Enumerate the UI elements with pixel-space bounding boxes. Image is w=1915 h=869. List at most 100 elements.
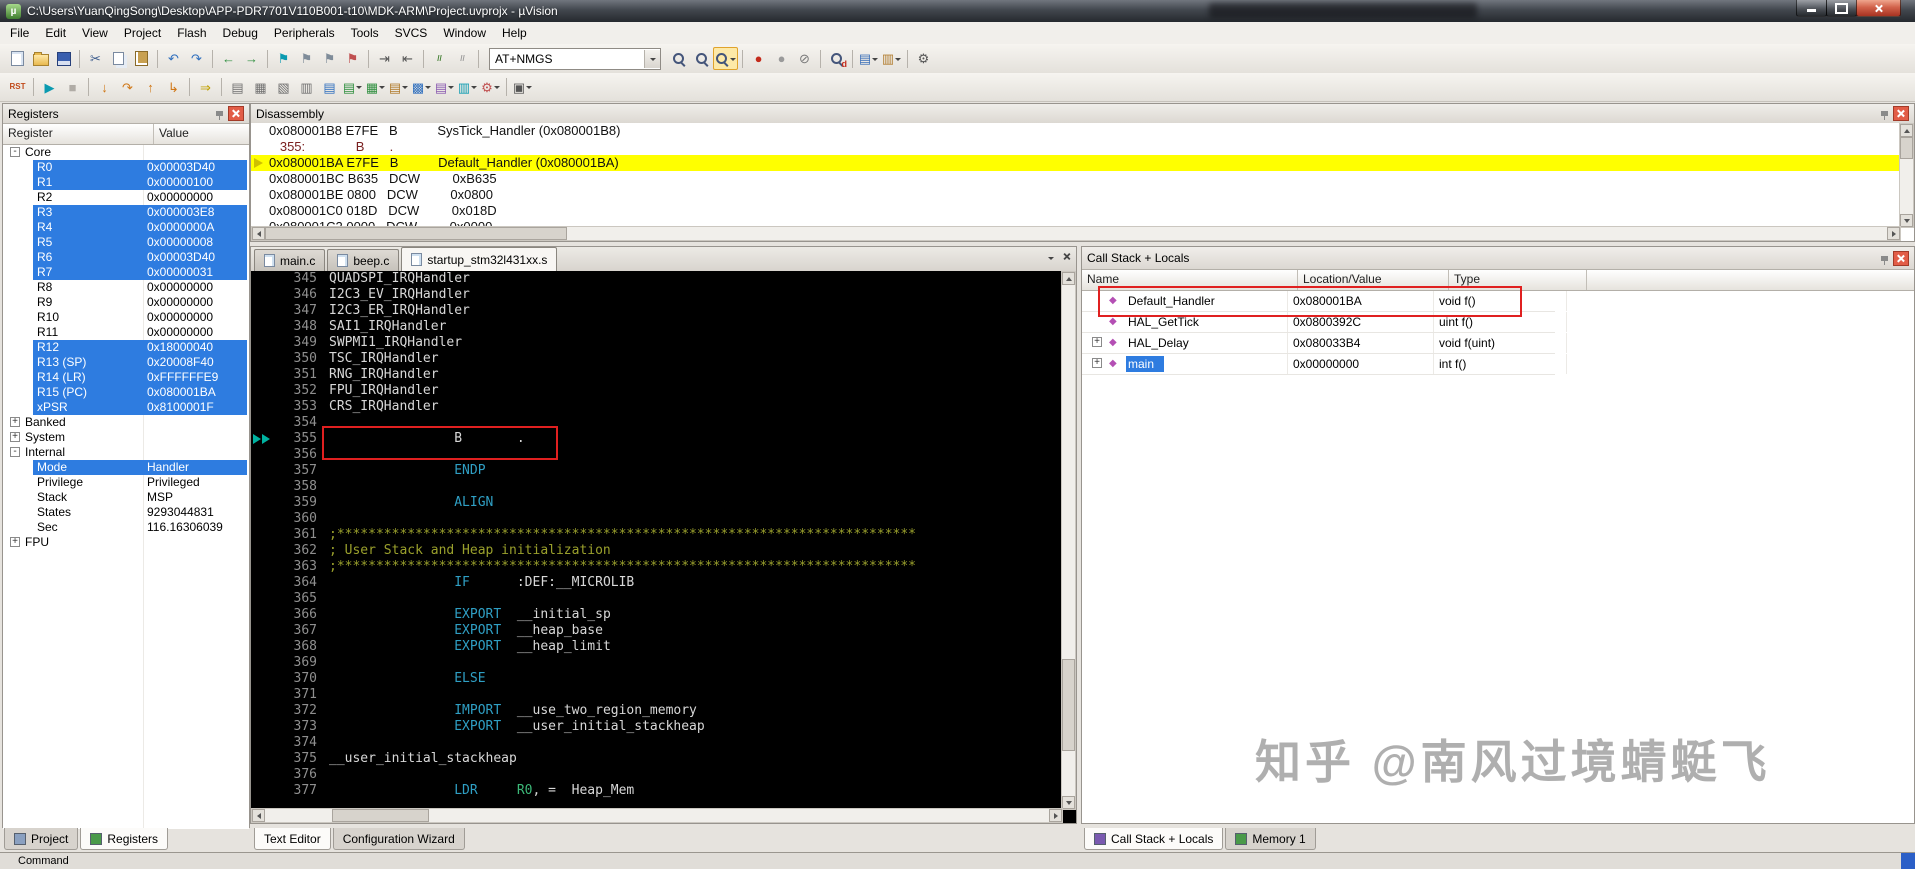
- menu-peripherals[interactable]: Peripherals: [266, 23, 343, 43]
- disassembly-current-line[interactable]: 0x080001BA E7FE B Default_Handler (0x080…: [251, 155, 1901, 171]
- menu-view[interactable]: View: [74, 23, 116, 43]
- scrollbar-thumb[interactable]: [332, 809, 429, 822]
- register-mode[interactable]: ModeHandler: [3, 460, 249, 475]
- chevron-down-icon[interactable]: [644, 50, 660, 68]
- editor-line[interactable]: 365: [251, 591, 1063, 607]
- cut-icon[interactable]: ✂: [84, 48, 107, 69]
- disassembly-vscrollbar[interactable]: [1899, 123, 1914, 228]
- expand-icon[interactable]: +: [1092, 358, 1102, 368]
- scrollbar-thumb[interactable]: [265, 227, 567, 240]
- step-out-icon[interactable]: ↑: [139, 77, 162, 98]
- command-window-icon[interactable]: ▤: [226, 77, 249, 98]
- find-icon[interactable]: [690, 48, 713, 69]
- trace-windows-icon[interactable]: ▤: [433, 77, 456, 98]
- register-r8[interactable]: R80x00000000: [3, 280, 249, 295]
- indent-icon[interactable]: ⇥: [373, 48, 396, 69]
- bookmark-previous-icon[interactable]: ⚑: [295, 48, 318, 69]
- register-r0[interactable]: R00x00003D40: [3, 160, 249, 175]
- expand-icon[interactable]: +: [10, 432, 20, 442]
- scroll-up-icon[interactable]: [1900, 124, 1913, 137]
- register-privilege[interactable]: PrivilegePrivileged: [3, 475, 249, 490]
- register-r10[interactable]: R100x00000000: [3, 310, 249, 325]
- editor-line[interactable]: 375__user_initial_stackheap: [251, 751, 1063, 767]
- navigate-forward-icon[interactable]: →: [240, 48, 263, 69]
- debug-restore-views-icon[interactable]: ▣: [511, 77, 534, 98]
- register-sec[interactable]: Sec116.16306039: [3, 520, 249, 535]
- call-stack-window-icon[interactable]: ▤: [318, 77, 341, 98]
- editor-line[interactable]: 367 EXPORT __heap_base: [251, 623, 1063, 639]
- editor-line[interactable]: 348SAI1_IRQHandler: [251, 319, 1063, 335]
- find-in-files-icon[interactable]: [667, 48, 690, 69]
- register-stack[interactable]: StackMSP: [3, 490, 249, 505]
- editor-tab-beep-c[interactable]: beep.c: [327, 249, 399, 271]
- tab-project[interactable]: Project: [4, 828, 78, 850]
- register-r7[interactable]: R70x00000031: [3, 265, 249, 280]
- editor-line[interactable]: 371: [251, 687, 1063, 703]
- register-r2[interactable]: R20x00000000: [3, 190, 249, 205]
- editor-line[interactable]: 372 IMPORT __use_two_region_memory: [251, 703, 1063, 719]
- undo-icon[interactable]: ↶: [162, 48, 185, 69]
- disassembly-window-icon[interactable]: ▦: [249, 77, 272, 98]
- open-file-icon[interactable]: [29, 48, 52, 69]
- disassembly-line[interactable]: 0x080001B8 E7FE B SysTick_Handler (0x080…: [251, 123, 1901, 139]
- editor-line[interactable]: 364 IF :DEF:__MICROLIB: [251, 575, 1063, 591]
- register-r5[interactable]: R50x00000008: [3, 235, 249, 250]
- memory-windows-icon[interactable]: ▦: [364, 77, 387, 98]
- run-icon[interactable]: ▶: [38, 77, 61, 98]
- panel-close-icon[interactable]: [1893, 106, 1909, 121]
- serial-windows-icon[interactable]: ▤: [387, 77, 410, 98]
- editor-line[interactable]: 370 ELSE: [251, 671, 1063, 687]
- register-states[interactable]: States9293044831: [3, 505, 249, 520]
- disassembly-hscrollbar[interactable]: [251, 226, 1901, 241]
- editor-line[interactable]: 351RNG_IRQHandler: [251, 367, 1063, 383]
- callstack-row-hal-delay[interactable]: +◆HAL_Delay0x080033B4void f(uint): [1082, 333, 1555, 354]
- value-column-header[interactable]: Value: [154, 124, 249, 144]
- register-r4[interactable]: R40x0000000A: [3, 220, 249, 235]
- editor-content[interactable]: 345QUADSPI_IRQHandler346I2C3_EV_IRQHandl…: [251, 271, 1063, 810]
- editor-line[interactable]: 345QUADSPI_IRQHandler: [251, 271, 1063, 287]
- collapse-icon[interactable]: -: [10, 447, 20, 457]
- menu-window[interactable]: Window: [435, 23, 494, 43]
- editor-line[interactable]: 361;************************************…: [251, 527, 1063, 543]
- menu-svcs[interactable]: SVCS: [387, 23, 436, 43]
- editor-line[interactable]: 374: [251, 735, 1063, 751]
- disassembly-line[interactable]: 0x080001C0 018D DCW 0x018D: [251, 203, 1901, 219]
- menu-edit[interactable]: Edit: [37, 23, 74, 43]
- register-xpsr[interactable]: xPSR0x8100001F: [3, 400, 249, 415]
- project-windows-icon[interactable]: ▤: [857, 48, 880, 69]
- maximize-button[interactable]: [1826, 0, 1857, 17]
- tab-configuration-wizard[interactable]: Configuration Wizard: [333, 828, 465, 850]
- editor-line[interactable]: 373 EXPORT __user_initial_stackheap: [251, 719, 1063, 735]
- breakpoint-toggle-icon[interactable]: ●: [747, 48, 770, 69]
- editor-line[interactable]: 346I2C3_EV_IRQHandler: [251, 287, 1063, 303]
- menu-tools[interactable]: Tools: [343, 23, 387, 43]
- stop-icon[interactable]: ■: [61, 77, 84, 98]
- register-column-header[interactable]: Register: [3, 124, 154, 144]
- editor-line[interactable]: 352FPU_IRQHandler: [251, 383, 1063, 399]
- uncomment-selection-icon[interactable]: //: [451, 48, 474, 69]
- pin-icon[interactable]: [1881, 111, 1888, 116]
- registers-panel-header[interactable]: Registers: [3, 104, 249, 124]
- register-group-core[interactable]: -Core: [3, 145, 249, 160]
- menu-flash[interactable]: Flash: [169, 23, 214, 43]
- register-r12[interactable]: R120x18000040: [3, 340, 249, 355]
- editor-tab-startup-stm32l431xx-s[interactable]: startup_stm32l431xx.s: [401, 247, 557, 271]
- menu-file[interactable]: File: [2, 23, 37, 43]
- close-button[interactable]: [1856, 0, 1901, 17]
- breakpoint-kill-all-icon[interactable]: ⊘: [793, 48, 816, 69]
- debug-session-icon[interactable]: d: [825, 48, 848, 69]
- register-r3[interactable]: R30x000003E8: [3, 205, 249, 220]
- pin-icon[interactable]: [1881, 256, 1888, 261]
- call-stack-panel-header[interactable]: Call Stack + Locals: [1082, 247, 1914, 270]
- run-to-cursor-icon[interactable]: ↳: [162, 77, 185, 98]
- scrollbar-thumb[interactable]: [1900, 137, 1913, 159]
- panel-close-icon[interactable]: [1893, 251, 1909, 266]
- tab-registers[interactable]: Registers: [80, 828, 168, 850]
- register-r15-pc[interactable]: R15 (PC)0x080001BA: [3, 385, 249, 400]
- symbol-window-icon[interactable]: ▧: [272, 77, 295, 98]
- tab-memory-1[interactable]: Memory 1: [1225, 828, 1315, 850]
- breakpoint-disable-icon[interactable]: ●: [770, 48, 793, 69]
- editor-tab-main-c[interactable]: main.c: [254, 249, 325, 271]
- register-r11[interactable]: R110x00000000: [3, 325, 249, 340]
- pin-icon[interactable]: [216, 111, 223, 116]
